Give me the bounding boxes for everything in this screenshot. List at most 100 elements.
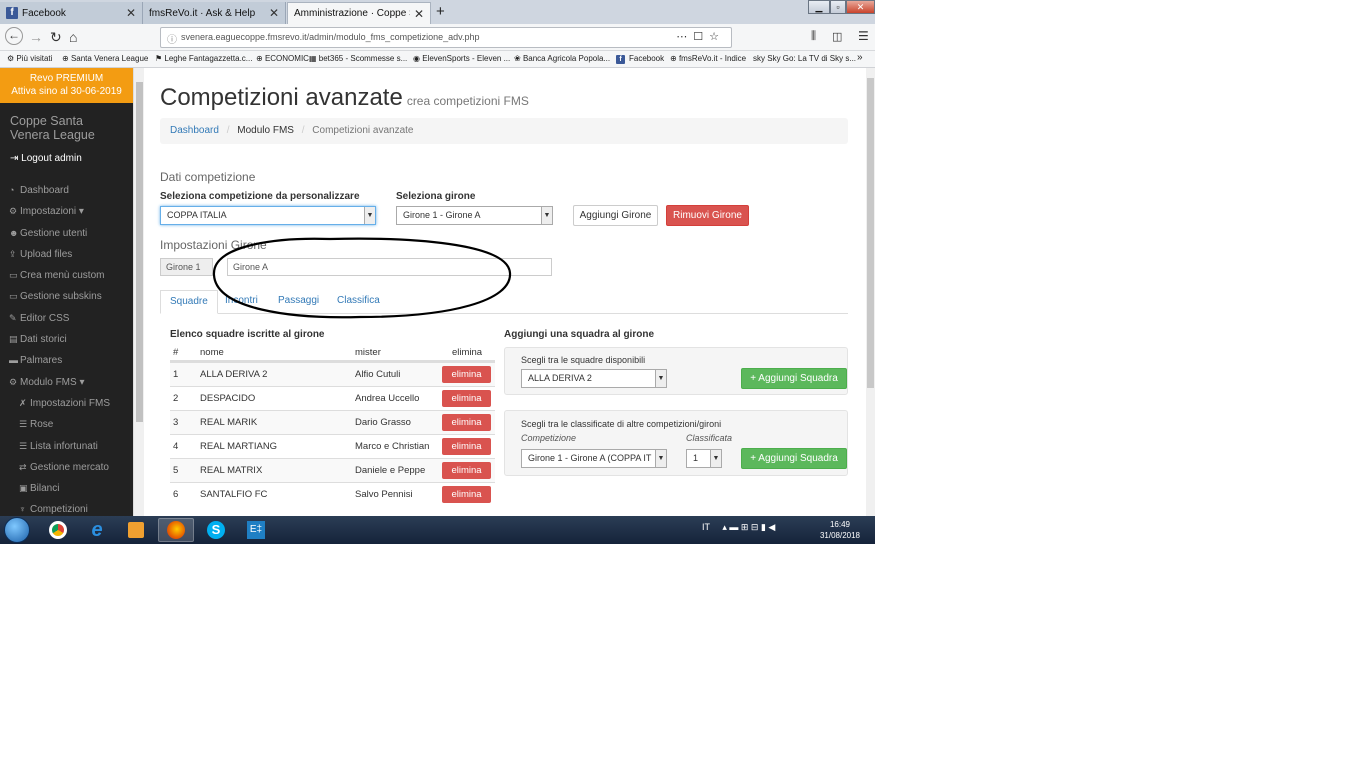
sidebar-item-impostazioni-fms[interactable]: ✗ Impostazioni FMS — [0, 393, 133, 414]
tab-classifica[interactable]: Classifica — [328, 290, 389, 314]
media-app[interactable] — [118, 518, 154, 542]
clock[interactable]: 16:49 31/08/2018 — [812, 519, 868, 541]
start-button[interactable] — [4, 517, 30, 543]
sidebar-item-dashboard[interactable]: ◔ Dashboard — [0, 180, 133, 201]
bookmark-item[interactable]: ◉ ElevenSports - Eleven ... — [413, 54, 510, 63]
close-icon[interactable]: ✕ — [414, 7, 424, 21]
bookmark-item[interactable]: ⚑ Leghe Fantagazzetta.c... — [155, 54, 252, 63]
remove-girone-button[interactable]: Rimuovi Girone — [666, 205, 749, 226]
sidebar-item-bilanci[interactable]: ▣ Bilanci — [0, 478, 133, 499]
delete-team-button[interactable]: elimina — [442, 486, 491, 503]
monitor-icon: ▭ — [9, 270, 18, 281]
bookmark-item[interactable]: ⊕ fmsReVo.it - Indice — [670, 54, 746, 63]
close-icon[interactable]: ✕ — [269, 6, 279, 20]
file-icon: ▤ — [9, 334, 18, 345]
girone-number-addon: Girone 1 — [160, 258, 213, 276]
tab-facebook[interactable]: f Facebook ✕ — [0, 2, 143, 24]
sidebar-item-palmares[interactable]: ▬ Palmares — [0, 350, 133, 371]
premium-badge: Revo PREMIUM Attiva sino al 30-06-2019 — [0, 68, 133, 103]
classificata-label: Classificata — [686, 433, 733, 443]
reload-icon[interactable]: ↻ — [50, 29, 62, 46]
breadcrumb-dashboard[interactable]: Dashboard — [170, 125, 219, 136]
close-icon[interactable]: ✕ — [126, 6, 136, 20]
tab-amministrazione[interactable]: Amministrazione · Coppe Santa Ve ✕ — [287, 2, 431, 24]
girone-name-input[interactable]: Girone A — [227, 258, 552, 276]
breadcrumb: Dashboard / Modulo FMS / Competizioni av… — [160, 118, 848, 144]
site-brand[interactable]: Coppe Santa Venera League — [0, 103, 133, 153]
sidebar-item-impostazioni[interactable]: ⚙ Impostazioni ▾ — [0, 201, 133, 222]
sidebar-item-gestione-utenti[interactable]: ☻ Gestione utenti — [0, 223, 133, 244]
chrome-app[interactable] — [40, 518, 76, 542]
maximize-icon[interactable]: ▫ — [830, 0, 846, 14]
available-teams-label: Scegli tra le squadre disponibili — [521, 355, 646, 365]
bookmark-item[interactable]: ⊕ ECONOMIC — [256, 54, 309, 63]
tab-squadre[interactable]: Squadre — [160, 290, 218, 314]
url-bar[interactable]: ⓘ svenera.eaguecoppe.fmsrevo.it/admin/mo… — [160, 27, 732, 48]
delete-team-button[interactable]: elimina — [442, 414, 491, 431]
menu-icon[interactable]: ☰ — [858, 29, 869, 43]
logout-icon: ⇥ — [10, 153, 19, 164]
bookmark-item[interactable]: sky Sky Go: La TV di Sky s... — [753, 54, 856, 63]
bookmark-item[interactable]: ⊕ Santa Venera League — [62, 54, 148, 63]
delete-team-button[interactable]: elimina — [442, 366, 491, 383]
nav-bar: ← → ↻ ⌂ ⓘ svenera.eaguecoppe.fmsrevo.it/… — [0, 24, 875, 51]
sidebar-item-gestione-subskins[interactable]: ▭ Gestione subskins — [0, 286, 133, 307]
competition-select[interactable]: COPPA ITALIA ▼ — [160, 206, 376, 225]
home-icon[interactable]: ⌂ — [69, 29, 77, 45]
delete-team-button[interactable]: elimina — [442, 462, 491, 479]
system-tray: IT ▴ ▬ ⊞ ⊟ ▮ ◀ — [702, 522, 775, 533]
bookmark-item[interactable]: ❀ Banca Agricola Popola... — [514, 54, 610, 63]
page-actions-icon[interactable]: ⋯☐☆ — [676, 30, 725, 43]
ie-app[interactable]: e — [79, 518, 115, 542]
app-window[interactable]: E‡ — [238, 518, 274, 542]
back-icon[interactable]: ← — [5, 27, 23, 45]
logout-link[interactable]: ⇥ Logout admin — [0, 153, 133, 172]
sidebar-toggle-icon[interactable]: ◫ — [832, 30, 842, 43]
info-icon[interactable]: ⓘ — [167, 31, 177, 46]
gear-icon: ⚙ — [9, 376, 18, 387]
tray-icons[interactable]: ▴ ▬ ⊞ ⊟ ▮ ◀ — [722, 522, 775, 532]
firefox-icon — [167, 521, 185, 539]
bookmark-item[interactable]: ⚙ Più visitati — [7, 54, 52, 63]
source-competition-select[interactable]: Girone 1 - Girone A (COPPA IT ▼ — [521, 449, 667, 468]
tab-incontri[interactable]: Incontri — [216, 290, 267, 314]
upload-icon: ⇪ — [9, 248, 17, 259]
firefox-app[interactable] — [158, 518, 194, 542]
skype-app[interactable]: S — [198, 518, 234, 542]
sidebar-item-editor-css[interactable]: ✎ Editor CSS — [0, 308, 133, 329]
minimize-icon[interactable]: ▁ — [808, 0, 830, 14]
tab-passaggi[interactable]: Passaggi — [269, 290, 328, 314]
sidebar: Revo PREMIUM Attiva sino al 30-06-2019 C… — [0, 68, 133, 516]
add-girone-button[interactable]: Aggiungi Girone — [573, 205, 658, 226]
table-row: 4 REAL MARTIANG Marco e Christian elimina — [170, 434, 495, 458]
list-icon: ☰ — [19, 419, 28, 430]
forward-icon[interactable]: → — [29, 29, 43, 45]
add-team-button[interactable]: + Aggiungi Squadra — [741, 368, 847, 389]
more-bookmarks-icon[interactable]: » — [857, 52, 863, 63]
sidebar-menu: ◔ Dashboard ⚙ Impostazioni ▾ ☻ Gestione utent… — [0, 180, 133, 521]
tab-fmsrevo[interactable]: fmsReVo.it · Ask & Help ✕ — [143, 2, 286, 24]
sidebar-item-lista-infortunati[interactable]: ☰ Lista infortunati — [0, 436, 133, 457]
delete-team-button[interactable]: elimina — [442, 438, 491, 455]
sidebar-item-gestione-mercato[interactable]: ⇄ Gestione mercato — [0, 457, 133, 478]
breadcrumb-modulo-fms[interactable]: Modulo FMS — [237, 125, 294, 136]
sidebar-item-modulo-fms[interactable]: ⚙ Modulo FMS ▾ — [0, 372, 133, 393]
delete-team-button[interactable]: elimina — [442, 390, 491, 407]
skype-icon: S — [207, 521, 225, 539]
sidebar-item-rose[interactable]: ☰ Rose — [0, 414, 133, 435]
library-icon[interactable]: ⫼ — [811, 30, 816, 43]
available-teams-select[interactable]: ALLA DERIVA 2 ▼ — [521, 369, 667, 388]
new-tab-button[interactable]: + — [436, 3, 445, 20]
sidebar-item-dati-storici[interactable]: ▤ Dati storici — [0, 329, 133, 350]
sidebar-scrollbar[interactable] — [133, 68, 144, 516]
girone-select[interactable]: Girone 1 - Girone A ▼ — [396, 206, 553, 225]
add-classified-button[interactable]: + Aggiungi Squadra — [741, 448, 847, 469]
classificata-select[interactable]: 1 ▼ — [686, 449, 722, 468]
sidebar-item-crea-men-custom[interactable]: ▭ Crea menù custom — [0, 265, 133, 286]
sidebar-item-upload-files[interactable]: ⇪ Upload files — [0, 244, 133, 265]
close-window-icon[interactable]: ✕ — [846, 0, 875, 14]
language-indicator[interactable]: IT — [702, 522, 710, 532]
bookmark-item[interactable]: f Facebook — [616, 54, 664, 64]
page-scrollbar[interactable] — [866, 68, 875, 516]
bookmark-item[interactable]: ▦ bet365 - Scommesse s... — [309, 54, 407, 63]
